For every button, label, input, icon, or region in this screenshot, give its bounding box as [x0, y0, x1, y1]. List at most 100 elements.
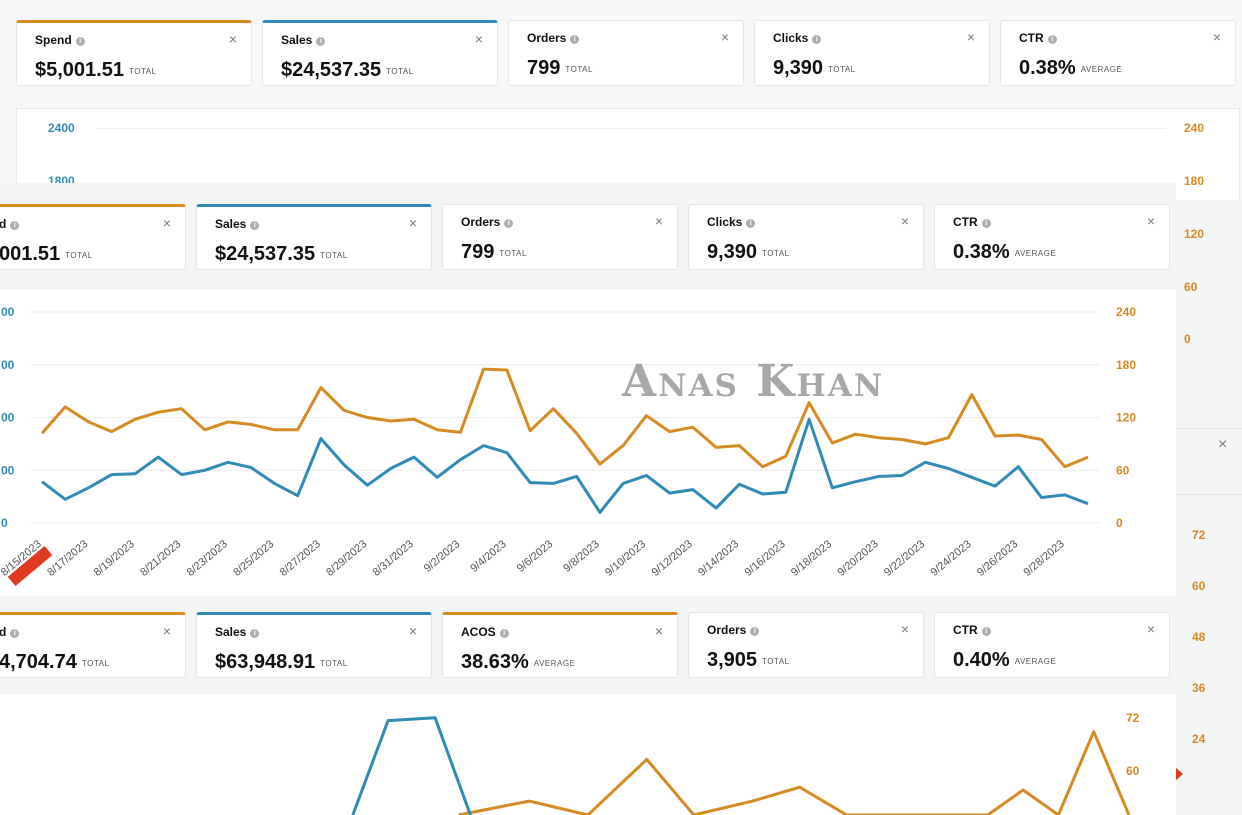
- info-icon[interactable]: i: [812, 35, 822, 44]
- side-axis-tick: 72: [1192, 528, 1206, 542]
- metric-card-orders[interactable]: Orders i × 799 TOTAL: [508, 20, 744, 86]
- x-axis-tick: 8/29/2023: [324, 538, 369, 579]
- close-icon[interactable]: ×: [721, 29, 729, 45]
- x-axis-tick: 9/14/2023: [696, 538, 741, 579]
- sales-spend-line-chart: 0601201802400000000008/15/2023 8/17/2023 8…: [0, 305, 1136, 579]
- metric-label: Sales i: [281, 33, 326, 47]
- x-axis-tick: 8/27/2023: [278, 538, 323, 579]
- right-axis-tick: 60: [1116, 463, 1130, 477]
- right-axis-tick: 180: [1184, 174, 1205, 188]
- close-icon[interactable]: ×: [901, 621, 909, 637]
- metric-card-orders[interactable]: Orders i × 3,905 TOTAL: [688, 612, 924, 678]
- metric-card-acos[interactable]: ACOS i × 38.63% AVERAGE: [442, 612, 678, 678]
- info-icon[interactable]: i: [250, 629, 260, 638]
- close-icon[interactable]: ×: [655, 623, 663, 639]
- x-axis-tick: 8/23/2023: [185, 538, 230, 579]
- side-divider: [1176, 494, 1242, 495]
- series-line-acos: [458, 730, 1131, 815]
- gridline: [96, 128, 1166, 129]
- metric-value: 0.38% AVERAGE: [1019, 57, 1123, 79]
- x-axis-tick: 9/8/2023: [561, 538, 602, 575]
- right-axis-tick: 120: [1116, 411, 1136, 425]
- close-icon[interactable]: ×: [1147, 621, 1155, 637]
- info-icon[interactable]: i: [316, 37, 326, 46]
- left-axis-tick: 00: [1, 411, 15, 425]
- metric-label: CTR i: [1019, 31, 1057, 45]
- close-icon[interactable]: ×: [967, 29, 975, 45]
- x-axis-tick: 9/16/2023: [743, 538, 788, 579]
- info-icon[interactable]: i: [1047, 35, 1057, 44]
- watermark: Anas Khan: [622, 356, 885, 407]
- front-metric-cards: di × 4,704.74 TOTAL Sales i × $63,948.91 TO…: [0, 612, 1170, 678]
- back-layer: Spend i × $5,001.51 TOTAL Sales i × $24,537…: [0, 0, 1242, 200]
- info-icon[interactable]: i: [981, 627, 991, 636]
- x-axis-tick: 9/12/2023: [650, 538, 695, 579]
- close-icon[interactable]: ×: [409, 623, 417, 639]
- side-axis-tick: 36: [1192, 681, 1206, 695]
- red-triangle-icon: [1175, 767, 1183, 781]
- left-axis-tick: 2400: [48, 121, 75, 135]
- x-axis-tick: 8/31/2023: [371, 538, 416, 579]
- right-axis-tick: 0: [1116, 516, 1123, 530]
- back-metric-cards: Spend i × $5,001.51 TOTAL Sales i × $24,537…: [16, 20, 1236, 86]
- metric-label: di: [0, 625, 20, 639]
- x-axis-tick: 9/24/2023: [929, 538, 974, 579]
- info-icon[interactable]: i: [499, 629, 509, 638]
- metric-label: ACOS i: [461, 625, 509, 639]
- series-line-sales: [41, 417, 1089, 514]
- x-axis-tick: 9/26/2023: [975, 538, 1020, 579]
- side-axis-tick: 48: [1192, 630, 1206, 644]
- right-axis-tick: 120: [1184, 227, 1205, 241]
- info-icon[interactable]: i: [75, 37, 85, 46]
- metric-card-sales[interactable]: Sales i × $63,948.91 TOTAL: [196, 612, 432, 678]
- metric-label: CTR i: [953, 623, 991, 637]
- metric-label: Clicks i: [773, 31, 822, 45]
- x-axis-tick: 9/2/2023: [422, 538, 463, 575]
- right-axis-tick: 240: [1116, 305, 1136, 319]
- x-axis-tick: 8/21/2023: [138, 538, 183, 579]
- metric-value: $63,948.91 TOTAL: [215, 651, 348, 673]
- metric-value: 38.63% AVERAGE: [461, 651, 576, 673]
- metric-card-sales[interactable]: Sales i × $24,537.35 TOTAL: [262, 20, 498, 86]
- right-axis-tick: 240: [1184, 121, 1205, 135]
- side-axis-tick: 24: [1192, 732, 1206, 746]
- x-axis-tick: 8/17/2023: [45, 538, 90, 579]
- x-axis-tick: 9/6/2023: [515, 538, 556, 575]
- info-icon[interactable]: i: [10, 629, 20, 638]
- metric-value: 3,905 TOTAL: [707, 649, 790, 671]
- metric-card-ctr[interactable]: CTR i × 0.38% AVERAGE: [1000, 20, 1236, 86]
- metric-card-ctr[interactable]: CTR i × 0.40% AVERAGE: [934, 612, 1170, 678]
- metric-label: Orders i: [707, 623, 760, 637]
- metric-label: Orders i: [527, 31, 580, 45]
- info-icon[interactable]: i: [750, 627, 760, 636]
- left-axis-tick: 00: [1, 463, 15, 477]
- front-line-chart: [351, 716, 1131, 815]
- metric-label: Spend i: [35, 33, 85, 47]
- series-line-sales: [351, 716, 472, 815]
- metric-value: 9,390 TOTAL: [773, 57, 856, 79]
- info-icon[interactable]: i: [570, 35, 580, 44]
- close-icon[interactable]: ×: [1213, 29, 1221, 45]
- metric-card-clicks[interactable]: Clicks i × 9,390 TOTAL: [754, 20, 990, 86]
- x-axis-tick: 9/22/2023: [882, 538, 927, 579]
- close-icon[interactable]: ×: [1218, 436, 1227, 454]
- x-axis-tick: 8/25/2023: [231, 538, 276, 579]
- close-icon[interactable]: ×: [229, 31, 237, 47]
- right-axis-tick: 180: [1116, 358, 1136, 372]
- metric-value: 799 TOTAL: [527, 57, 593, 79]
- x-axis-tick: 8/19/2023: [92, 538, 137, 579]
- close-icon[interactable]: ×: [163, 623, 171, 639]
- metric-card-spend[interactable]: di × 4,704.74 TOTAL: [0, 612, 186, 678]
- x-axis-tick: 9/28/2023: [1021, 538, 1066, 579]
- right-axis-tick: 60: [1184, 280, 1198, 294]
- metric-value: 4,704.74 TOTAL: [0, 651, 110, 673]
- left-axis-tick: 0: [1, 516, 8, 530]
- metric-value: 0.40% AVERAGE: [953, 649, 1057, 671]
- close-icon[interactable]: ×: [475, 31, 483, 47]
- x-axis-tick: 9/20/2023: [836, 538, 881, 579]
- metric-label: Sales i: [215, 625, 260, 639]
- right-axis-tick: 0: [1184, 332, 1191, 346]
- metric-value: $24,537.35 TOTAL: [281, 59, 414, 81]
- metric-card-spend[interactable]: Spend i × $5,001.51 TOTAL: [16, 20, 252, 86]
- x-axis-tick: 9/18/2023: [789, 538, 834, 579]
